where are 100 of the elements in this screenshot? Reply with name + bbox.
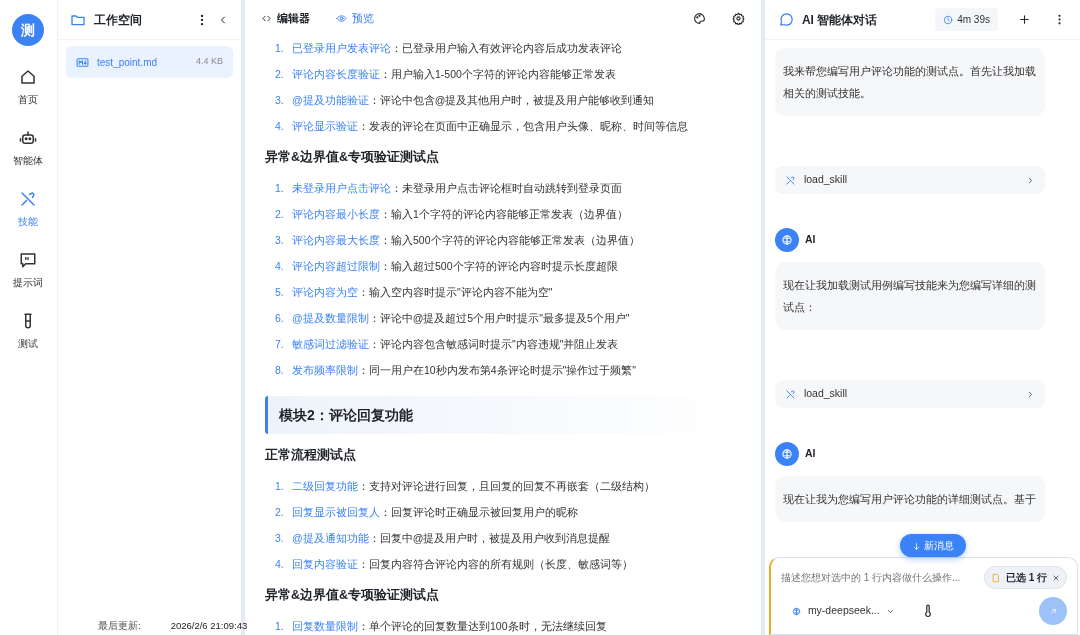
- list-description: ：输入空内容时提示"评论内容不能为空": [358, 285, 553, 301]
- list-description: ：发表的评论在页面中正确显示，包含用户头像、昵称、时间等信息: [358, 119, 688, 135]
- tool-name: load_skill: [803, 172, 848, 188]
- nav-item[interactable]: 首页: [18, 68, 39, 129]
- list-description: ：单个评论的回复数量达到100条时，无法继续回复: [358, 619, 607, 635]
- list-number: 1.: [275, 181, 285, 197]
- nav-item[interactable]: 技能: [18, 190, 39, 251]
- plus-icon[interactable]: [1018, 13, 1031, 26]
- list-number: 6.: [275, 311, 285, 327]
- nav-item[interactable]: 测试: [18, 312, 39, 373]
- list-term: 发布频率限制: [292, 363, 358, 379]
- message-bubble: 我来帮您编写用户评论功能的测试点。首先让我加载相关的测试技能。: [774, 48, 1045, 117]
- chip-text: 已选 1 行: [1005, 571, 1047, 585]
- list-number: 5.: [275, 285, 285, 301]
- chevron-icon: [1026, 175, 1035, 185]
- section-heading: 正常流程测试点: [265, 447, 357, 464]
- list-number: 8.: [275, 363, 285, 379]
- chevron-icon: [1026, 389, 1035, 399]
- list-description: ：输入超过500个字符的评论内容时提示长度超限: [380, 259, 618, 275]
- list-description: ：评论中包含@提及其他用户时，被提及用户能够收到通知: [368, 93, 655, 109]
- message-bubble: 现在让我为您编写用户评论功能的详细测试点。基于: [774, 476, 1045, 523]
- list-term: 回复内容验证: [292, 557, 358, 573]
- file-size: 4.4 KB: [195, 55, 223, 69]
- list-number: 4.: [275, 119, 285, 135]
- list-number: 3.: [275, 233, 285, 249]
- tool-name: load_skill: [803, 386, 848, 402]
- list-term: 评论内容最大长度: [292, 233, 380, 249]
- list-description: ：评论内容包含敏感词时提示"内容违规"并阻止发表: [369, 337, 619, 353]
- editor-tab[interactable]: 预览: [336, 9, 374, 27]
- list-number: 4.: [275, 557, 285, 573]
- list-number: 3.: [275, 531, 285, 547]
- logo-avatar: 测: [12, 14, 45, 46]
- list-term: 回复显示被回复人: [292, 505, 380, 521]
- arrow-down-icon: [911, 541, 921, 551]
- message-bubble: 现在让我加载测试用例编写技能来为您编写详细的测试点：: [774, 262, 1045, 331]
- panel-title: 工作空间: [94, 11, 143, 29]
- list-number: 1.: [275, 41, 285, 57]
- tools-icon: [19, 190, 38, 208]
- model-selector[interactable]: my-deepseek...: [790, 603, 895, 619]
- list-term: 评论内容超过限制: [292, 259, 380, 275]
- panel-title: AI 智能体对话: [801, 11, 879, 29]
- list-number: 1.: [275, 619, 285, 635]
- list-description: ：已登录用户输入有效评论内容后成功发表评论: [391, 41, 622, 57]
- list-description: ：评论中@提及超过5个用户时提示"最多提及5个用户": [368, 311, 630, 327]
- tool-call-item[interactable]: load_skill: [774, 166, 1045, 195]
- list-term: 未登录用户点击评论: [292, 181, 391, 197]
- clock-icon: [943, 14, 954, 25]
- list-description: ：用户输入1-500个字符的评论内容能够正常发表: [380, 67, 616, 83]
- list-term: @提及数量限制: [292, 311, 369, 327]
- list-term: @提及功能验证: [292, 93, 369, 109]
- footer-label: 最后更新:: [98, 618, 141, 633]
- sender-name: AI: [804, 232, 816, 248]
- settings-icon[interactable]: [731, 11, 745, 25]
- file-name: test_point.md: [97, 55, 158, 70]
- list-description: ：未登录用户点击评论框时自动跳转到登录页面: [391, 181, 622, 197]
- tool-call-item[interactable]: load_skill: [774, 380, 1045, 409]
- list-term: 二级回复功能: [292, 479, 358, 495]
- eye-icon: [336, 12, 347, 24]
- list-number: 2.: [275, 207, 285, 223]
- list-number: 2.: [275, 67, 285, 83]
- list-description: ：同一用户在10秒内发布第4条评论时提示"操作过于频繁": [358, 363, 636, 379]
- sender-name: AI: [804, 446, 816, 462]
- document-icon: [990, 572, 1001, 583]
- send-arrow-icon: [1048, 606, 1058, 616]
- list-number: 2.: [275, 505, 285, 521]
- list-description: ：输入1个字符的评论内容能够正常发表（边界值）: [380, 207, 628, 223]
- input-field[interactable]: 描述您想对选中的 1 行内容做什么操作...: [780, 570, 976, 585]
- speech-bubble-icon: [19, 251, 38, 269]
- nav-item[interactable]: 智能体: [13, 129, 44, 190]
- list-term: 评论内容最小长度: [292, 207, 380, 223]
- list-term: 评论内容长度验证: [292, 67, 380, 83]
- editor-tab[interactable]: 编辑器: [261, 9, 310, 27]
- tools-icon: [784, 174, 796, 186]
- nav-item[interactable]: 提示词: [13, 251, 44, 312]
- list-number: 1.: [275, 479, 285, 495]
- list-description: ：回复中@提及用户时，被提及用户收到消息提醒: [368, 531, 611, 547]
- palette-icon[interactable]: [692, 11, 706, 25]
- list-term: 敏感词过滤验证: [292, 337, 369, 353]
- markdown-file-icon: [76, 55, 89, 69]
- chat-icon: [778, 12, 794, 27]
- timer-text: 4m 39s: [957, 13, 990, 27]
- list-number: 4.: [275, 259, 285, 275]
- list-term: 评论显示验证: [292, 119, 358, 135]
- list-number: 7.: [275, 337, 285, 353]
- list-number: 3.: [275, 93, 285, 109]
- robot-icon: [19, 129, 38, 147]
- list-description: ：回复评论时正确显示被回复用户的昵称: [380, 505, 578, 521]
- list-description: ：输入500个字符的评论内容能够正常发表（边界值）: [380, 233, 640, 249]
- section-heading: 异常&边界值&专项验证测试点: [265, 587, 441, 604]
- chat-input-box[interactable]: 描述您想对选中的 1 行内容做什么操作... 已选 1 行 my-deepseek...: [768, 557, 1078, 635]
- list-term: 评论内容为空: [292, 285, 358, 301]
- section-heading: 异常&边界值&专项验证测试点: [265, 149, 441, 166]
- home-icon: [19, 68, 38, 86]
- new-message-button[interactable]: 新消息: [899, 534, 966, 557]
- list-description: ：支持对评论进行回复，且回复的回复不再嵌套（二级结构）: [358, 479, 655, 495]
- close-icon[interactable]: [1052, 573, 1060, 582]
- footer-time: 2026/2/6 21:09:43: [170, 618, 248, 633]
- list-description: ：回复内容符合评论内容的所有规则（长度、敏感词等）: [358, 557, 633, 573]
- list-term: 回复数量限制: [292, 619, 358, 635]
- list-term: 已登录用户发表评论: [292, 41, 391, 57]
